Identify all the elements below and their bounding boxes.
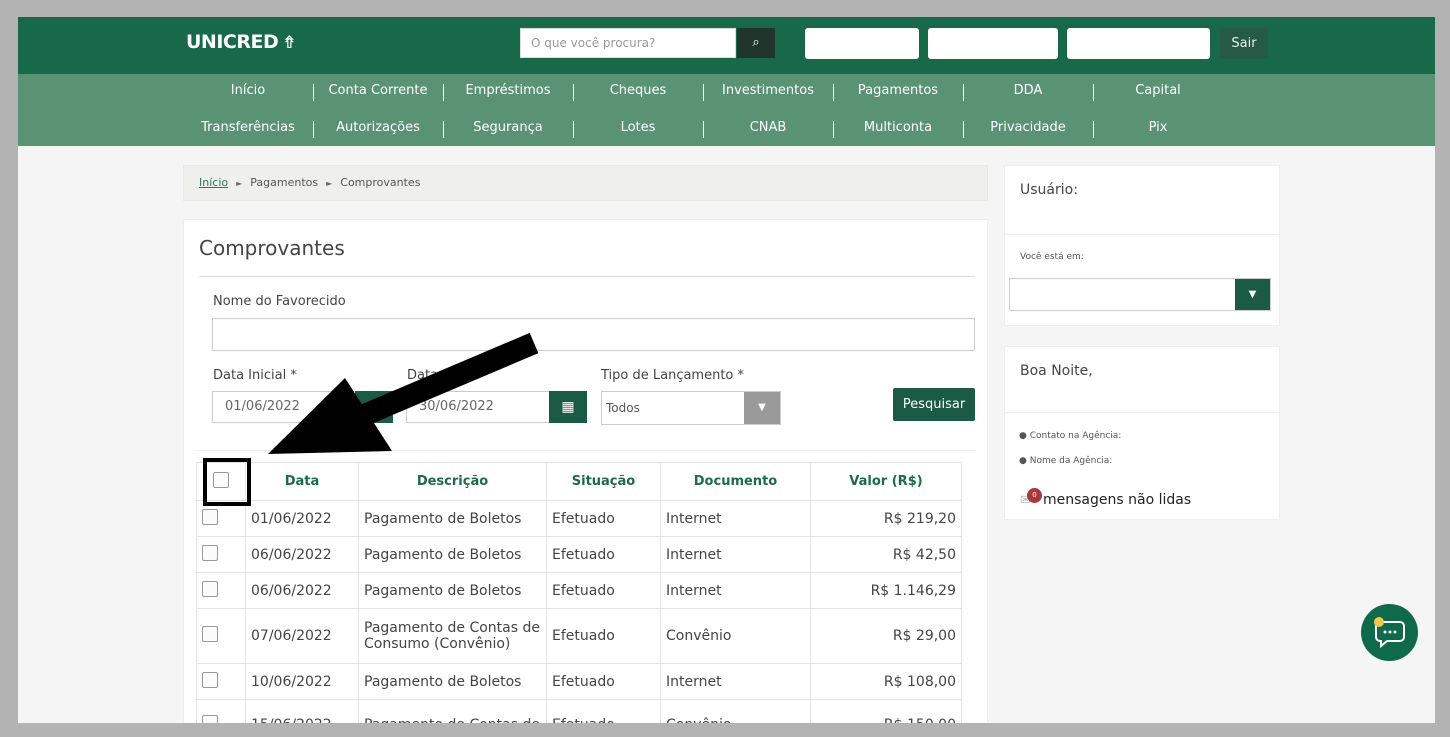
annotation-arrow-icon	[268, 332, 539, 454]
chat-notification-dot	[1374, 617, 1384, 627]
chat-button[interactable]	[1361, 604, 1418, 661]
